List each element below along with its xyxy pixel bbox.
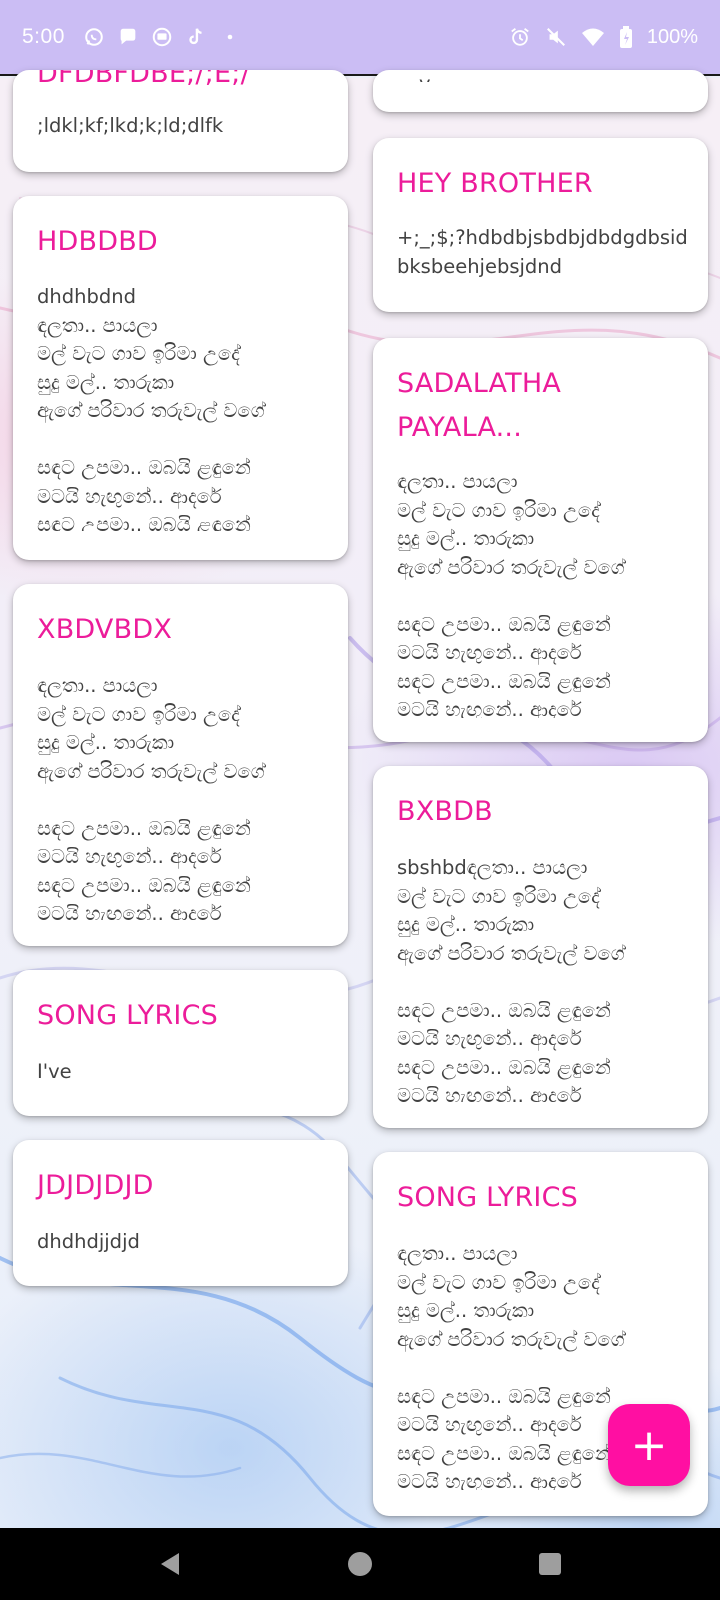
note-body: +;_;$;?hdbdbjsbdbjdbdgdbsidbksbeehjebsjd… xyxy=(397,226,688,278)
note-card[interactable]: BXBDB sbshbdඳලතා.. පායලා මල් වැට ගාව ඉරි… xyxy=(373,766,708,1128)
dot-icon xyxy=(227,34,233,40)
whatsapp-icon xyxy=(85,28,103,46)
note-title: HEY BROTHER xyxy=(397,168,593,199)
status-bar: 5:00 100% xyxy=(0,0,720,76)
note-body: ඳලතා.. පායලා මල් වැට ගාව ඉරිමා උදේ සුදු … xyxy=(37,674,265,920)
note-title: SONG LYRICS xyxy=(37,1000,218,1031)
alarm-icon xyxy=(511,28,529,46)
note-title: SONG LYRICS xyxy=(397,1182,578,1213)
note-card[interactable]: JDJDJDJD dhdhdjjdjd xyxy=(13,1140,348,1286)
mail-icon xyxy=(152,27,172,47)
back-button[interactable] xyxy=(155,1549,185,1579)
note-body: ඳලතා.. පායලා මල් වැට ගාව ඉරිමා උදේ සුදු … xyxy=(397,470,625,718)
navigation-bar xyxy=(0,1528,720,1600)
mute-icon xyxy=(546,28,565,46)
note-card[interactable]: XBDVBDX ඳලතා.. පායලා මල් වැට ගාව ඉරිමා උ… xyxy=(13,584,348,946)
battery-icon xyxy=(619,26,632,48)
note-body: dhdhbdnd ඳලතා.. පායලා මල් වැට ගාව ඉරිමා … xyxy=(37,285,265,531)
note-body: y xyxy=(419,70,690,82)
note-title: DFDBFDBE;/;E;/ xyxy=(37,70,250,89)
home-button[interactable] xyxy=(345,1549,375,1579)
system-icons: 100% xyxy=(509,26,698,49)
note-body: ;ldkl;kf;lkd;k;ld;dlfk xyxy=(37,114,224,137)
note-card[interactable]: HDBDBD dhdhbdnd ඳලතා.. පායලා මල් වැට ගාව… xyxy=(13,196,348,560)
note-body: I've xyxy=(37,1060,72,1083)
note-body: dhdhdjjdjd xyxy=(37,1230,140,1253)
chat-icon xyxy=(120,28,136,45)
note-title: HDBDBD xyxy=(37,226,158,257)
recents-icon xyxy=(539,1553,561,1575)
note-card[interactable]: SONG LYRICS I've xyxy=(13,970,348,1116)
notification-icons xyxy=(83,26,241,48)
note-title: JDJDJDJD xyxy=(37,1170,154,1201)
note-card[interactable]: DFDBFDBE;/;E;/ ;ldkl;kf;lkd;k;ld;dlfk xyxy=(13,70,348,172)
note-body: sbshbdඳලතා.. පායලා මල් වැට ගාව ඉරිමා උදේ… xyxy=(397,856,625,1102)
note-title: XBDVBDX xyxy=(37,614,173,645)
back-icon xyxy=(161,1553,179,1575)
home-icon xyxy=(348,1552,372,1576)
status-time: 5:00 xyxy=(22,25,65,48)
note-title: SADALATHA PAYALA... xyxy=(397,368,561,443)
battery-percent: 100% xyxy=(646,25,698,48)
add-icon: + xyxy=(630,1419,668,1471)
tiktok-icon xyxy=(189,28,202,45)
add-note-button[interactable]: + xyxy=(608,1404,690,1486)
note-card[interactable]: HEY BROTHER +;_;$;?hdbdbjsbdbjdbdgdbsidb… xyxy=(373,138,708,312)
recents-button[interactable] xyxy=(535,1549,565,1579)
note-card[interactable]: SADALATHA PAYALA... ඳලතා.. පායලා මල් වැට… xyxy=(373,338,708,742)
note-card[interactable]: y xyxy=(373,70,708,112)
wifi-icon xyxy=(581,28,604,46)
note-title: BXBDB xyxy=(397,796,493,827)
